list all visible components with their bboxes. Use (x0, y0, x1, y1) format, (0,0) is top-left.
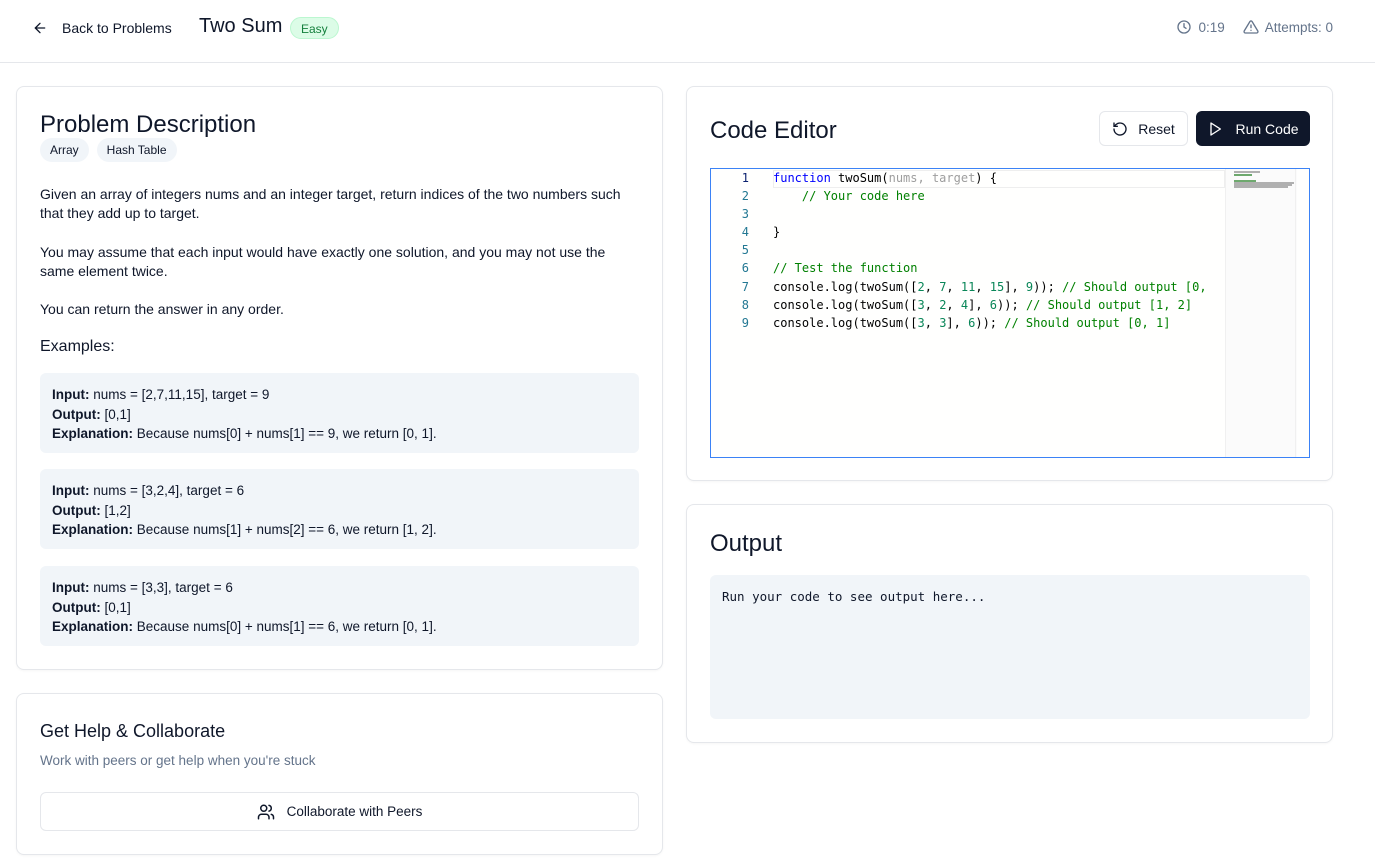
play-icon (1210, 121, 1222, 136)
line-number: 7 (741, 280, 749, 294)
code-line: console.log(twoSum([3, 2, 4], 6)); // Sh… (773, 298, 1193, 312)
topic-tags: Array Hash Table (40, 138, 177, 162)
help-collaborate-card: Get Help & Collaborate Work with peers o… (16, 693, 663, 855)
line-number: 5 (741, 243, 749, 257)
code-editor-card: Code Editor Reset Run Code 1 2 3 4 5 6 7… (686, 86, 1333, 481)
output-placeholder: Run your code to see output here... (722, 589, 986, 604)
problem-title: Two Sum (199, 15, 283, 37)
line-number-gutter: 1 2 3 4 5 6 7 8 9 (711, 169, 761, 457)
back-label: Back to Problems (62, 20, 172, 36)
line-number: 1 (741, 171, 749, 185)
example-output: Output: [1,2] (52, 502, 131, 518)
code-editor-heading: Code Editor (710, 117, 837, 144)
attempts: Attempts: 0 (1243, 19, 1333, 35)
example-input: Input: nums = [3,2,4], target = 6 (52, 483, 245, 498)
example-explanation: Explanation: Because nums[1] + nums[2] =… (52, 522, 437, 537)
tag-array[interactable]: Array (40, 138, 89, 162)
editor-scrollbar[interactable] (1295, 169, 1309, 457)
code-text-area[interactable]: function twoSum(nums, target) { // Your … (773, 169, 1225, 457)
problem-description-heading: Problem Description (40, 111, 257, 138)
line-number: 2 (741, 189, 749, 203)
example-explanation: Explanation: Because nums[0] + nums[1] =… (52, 426, 437, 441)
collaborate-with-peers-button[interactable]: Collaborate with Peers (40, 792, 639, 831)
alert-triangle-icon (1243, 20, 1259, 34)
code-line: function twoSum(nums, target) { (773, 171, 997, 185)
help-title: Get Help & Collaborate (40, 721, 226, 741)
users-icon (257, 804, 274, 819)
problem-description-card: Problem Description Array Hash Table Giv… (16, 86, 663, 670)
tag-hash-table[interactable]: Hash Table (96, 138, 177, 162)
line-number: 3 (741, 207, 749, 221)
code-line: // Test the function (773, 261, 918, 275)
minimap-line (1234, 174, 1252, 176)
stats: 0:19 Attempts: 0 (1176, 19, 1333, 35)
rotate-ccw-icon (1113, 121, 1127, 136)
reset-button[interactable]: Reset (1099, 111, 1188, 146)
code-line: } (773, 225, 781, 239)
example-block: Input: nums = [3,2,4], target = 6 Output… (40, 469, 639, 549)
reset-label: Reset (1138, 120, 1175, 137)
clock-icon (1177, 20, 1192, 34)
example-input: Input: nums = [2,7,11,15], target = 9 (52, 387, 270, 402)
examples-heading: Examples: (40, 338, 115, 355)
output-console: Run your code to see output here... (710, 575, 1310, 719)
example-block: Input: nums = [3,3], target = 6 Output: … (40, 566, 639, 646)
help-subtitle: Work with peers or get help when you're … (40, 753, 316, 768)
collaborate-label: Collaborate with Peers (286, 804, 423, 819)
statement-paragraph: You can return the answer in any order. (40, 301, 284, 317)
code-line: console.log(twoSum([3, 3], 6)); // Shoul… (773, 316, 1171, 330)
output-card: Output Run your code to see output here.… (686, 504, 1333, 743)
top-bar: Back to Problems Two Sum Easy 0:19 Attem… (0, 0, 1375, 63)
timer: 0:19 (1176, 19, 1225, 35)
line-number: 9 (741, 316, 749, 330)
code-line: console.log(twoSum([2, 7, 11, 15], 9)); … (773, 280, 1207, 294)
example-input: Input: nums = [3,3], target = 6 (52, 580, 233, 595)
line-number: 6 (741, 261, 749, 275)
arrow-left-icon (34, 22, 46, 34)
line-number: 8 (741, 298, 749, 312)
attempts-count: Attempts: 0 (1264, 19, 1333, 35)
example-explanation: Explanation: Because nums[0] + nums[1] =… (52, 619, 437, 634)
example-block: Input: nums = [2,7,11,15], target = 9 Ou… (40, 373, 639, 453)
line-number: 4 (741, 225, 749, 239)
run-code-button[interactable]: Run Code (1196, 111, 1310, 146)
back-to-problems-button[interactable]: Back to Problems (26, 14, 178, 42)
timer-value: 0:19 (1198, 19, 1225, 35)
output-heading: Output (710, 530, 783, 557)
difficulty-badge: Easy (290, 17, 339, 39)
example-output: Output: [0,1] (52, 599, 131, 615)
code-line: // Your code here (773, 189, 925, 203)
statement-paragraph: You may assume that each input would hav… (40, 244, 606, 279)
statement-paragraph: Given an array of integers nums and an i… (40, 186, 621, 221)
minimap-line (1234, 171, 1260, 173)
code-editor[interactable]: 1 2 3 4 5 6 7 8 9 function twoSum(nums, … (710, 168, 1310, 458)
minimap-line (1234, 186, 1288, 188)
example-output: Output: [0,1] (52, 406, 131, 422)
code-minimap[interactable] (1225, 169, 1297, 457)
run-code-label: Run Code (1235, 120, 1299, 137)
